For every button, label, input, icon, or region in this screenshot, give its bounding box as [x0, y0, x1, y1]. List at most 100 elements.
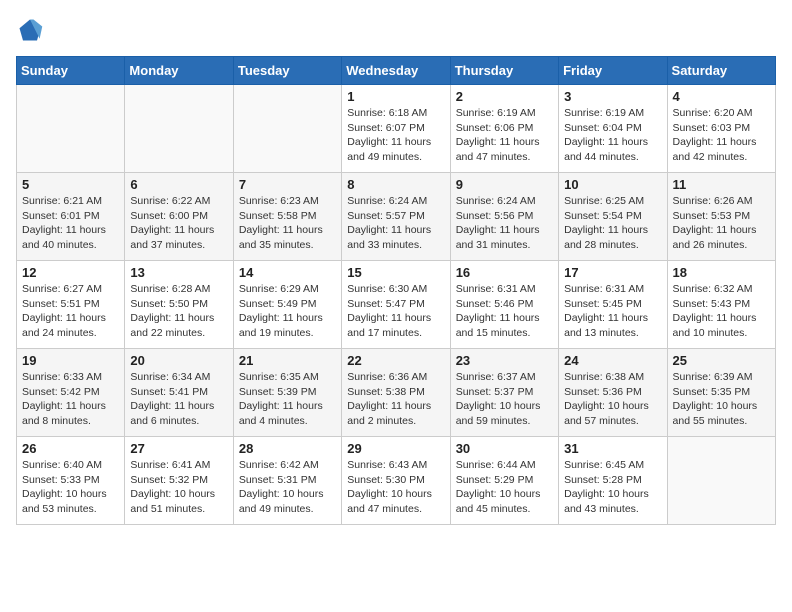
day-detail: Sunrise: 6:24 AM Sunset: 5:56 PM Dayligh…: [456, 194, 553, 253]
day-detail: Sunrise: 6:30 AM Sunset: 5:47 PM Dayligh…: [347, 282, 444, 341]
calendar-cell: 20Sunrise: 6:34 AM Sunset: 5:41 PM Dayli…: [125, 349, 233, 437]
calendar-cell: 29 Sunrise: 6:43 AM Sunset: 5:30 PM Dayli…: [342, 437, 450, 525]
calendar-cell: 1 Sunrise: 6:18 AM Sunset: 6:07 PM Daylig…: [342, 85, 450, 173]
calendar-cell: 9 Sunrise: 6:24 AM Sunset: 5:56 PM Daylig…: [450, 173, 558, 261]
calendar-cell: 7Sunrise: 6:23 AM Sunset: 5:58 PM Daylig…: [233, 173, 341, 261]
day-detail: Sunrise: 6:28 AM Sunset: 5:50 PM Dayligh…: [130, 282, 227, 341]
day-number: 8: [347, 177, 444, 192]
calendar-cell: 22 Sunrise: 6:36 AM Sunset: 5:38 PM Dayli…: [342, 349, 450, 437]
calendar-cell: 31 Sunrise: 6:45 AM Sunset: 5:28 PM Dayli…: [559, 437, 667, 525]
day-detail: Sunrise: 6:20 AM Sunset: 6:03 PM Dayligh…: [673, 106, 770, 165]
calendar-cell: 16 Sunrise: 6:31 AM Sunset: 5:46 PM Dayli…: [450, 261, 558, 349]
day-detail: Sunrise: 6:40 AM Sunset: 5:33 PM Dayligh…: [22, 458, 119, 517]
day-detail: Sunrise: 6:38 AM Sunset: 5:36 PM Dayligh…: [564, 370, 661, 429]
day-number: 27: [130, 441, 227, 456]
day-number: 2: [456, 89, 553, 104]
logo: [16, 16, 48, 44]
day-number: 31: [564, 441, 661, 456]
calendar-cell: 24 Sunrise: 6:38 AM Sunset: 5:36 PM Dayli…: [559, 349, 667, 437]
day-detail: Sunrise: 6:43 AM Sunset: 5:30 PM Dayligh…: [347, 458, 444, 517]
day-number: 30: [456, 441, 553, 456]
calendar-cell: 26Sunrise: 6:40 AM Sunset: 5:33 PM Dayli…: [17, 437, 125, 525]
calendar-cell: [125, 85, 233, 173]
day-number: 9: [456, 177, 553, 192]
day-detail: Sunrise: 6:39 AM Sunset: 5:35 PM Dayligh…: [673, 370, 770, 429]
weekday-header: Tuesday: [233, 57, 341, 85]
calendar-cell: 13Sunrise: 6:28 AM Sunset: 5:50 PM Dayli…: [125, 261, 233, 349]
calendar-week-row: 26Sunrise: 6:40 AM Sunset: 5:33 PM Dayli…: [17, 437, 776, 525]
weekday-header: Saturday: [667, 57, 775, 85]
day-detail: Sunrise: 6:42 AM Sunset: 5:31 PM Dayligh…: [239, 458, 336, 517]
calendar-cell: 18 Sunrise: 6:32 AM Sunset: 5:43 PM Dayli…: [667, 261, 775, 349]
day-number: 1: [347, 89, 444, 104]
calendar-cell: 23Sunrise: 6:37 AM Sunset: 5:37 PM Dayli…: [450, 349, 558, 437]
weekday-header: Friday: [559, 57, 667, 85]
day-number: 28: [239, 441, 336, 456]
calendar-cell: 28 Sunrise: 6:42 AM Sunset: 5:31 PM Dayli…: [233, 437, 341, 525]
day-detail: Sunrise: 6:33 AM Sunset: 5:42 PM Dayligh…: [22, 370, 119, 429]
day-detail: Sunrise: 6:45 AM Sunset: 5:28 PM Dayligh…: [564, 458, 661, 517]
calendar-cell: [667, 437, 775, 525]
page-header: [16, 16, 776, 44]
weekday-header: Sunday: [17, 57, 125, 85]
calendar-cell: 11 Sunrise: 6:26 AM Sunset: 5:53 PM Dayli…: [667, 173, 775, 261]
weekday-header: Wednesday: [342, 57, 450, 85]
day-number: 14: [239, 265, 336, 280]
weekday-header-row: SundayMondayTuesdayWednesdayThursdayFrid…: [17, 57, 776, 85]
calendar-week-row: 5 Sunrise: 6:21 AM Sunset: 6:01 PM Daylig…: [17, 173, 776, 261]
day-detail: Sunrise: 6:21 AM Sunset: 6:01 PM Dayligh…: [22, 194, 119, 253]
day-number: 5: [22, 177, 119, 192]
calendar-cell: 2 Sunrise: 6:19 AM Sunset: 6:06 PM Daylig…: [450, 85, 558, 173]
calendar-cell: 17 Sunrise: 6:31 AM Sunset: 5:45 PM Dayli…: [559, 261, 667, 349]
calendar-week-row: 1 Sunrise: 6:18 AM Sunset: 6:07 PM Daylig…: [17, 85, 776, 173]
day-number: 10: [564, 177, 661, 192]
calendar-table: SundayMondayTuesdayWednesdayThursdayFrid…: [16, 56, 776, 525]
calendar-cell: 5 Sunrise: 6:21 AM Sunset: 6:01 PM Daylig…: [17, 173, 125, 261]
calendar-cell: 4 Sunrise: 6:20 AM Sunset: 6:03 PM Daylig…: [667, 85, 775, 173]
calendar-cell: 15 Sunrise: 6:30 AM Sunset: 5:47 PM Dayli…: [342, 261, 450, 349]
day-number: 23: [456, 353, 553, 368]
day-detail: Sunrise: 6:35 AM Sunset: 5:39 PM Dayligh…: [239, 370, 336, 429]
day-number: 20: [130, 353, 227, 368]
calendar-cell: 25 Sunrise: 6:39 AM Sunset: 5:35 PM Dayli…: [667, 349, 775, 437]
day-number: 4: [673, 89, 770, 104]
calendar-week-row: 12Sunrise: 6:27 AM Sunset: 5:51 PM Dayli…: [17, 261, 776, 349]
day-number: 22: [347, 353, 444, 368]
day-detail: Sunrise: 6:19 AM Sunset: 6:06 PM Dayligh…: [456, 106, 553, 165]
day-number: 15: [347, 265, 444, 280]
calendar-cell: 10 Sunrise: 6:25 AM Sunset: 5:54 PM Dayli…: [559, 173, 667, 261]
calendar-cell: [233, 85, 341, 173]
day-detail: Sunrise: 6:24 AM Sunset: 5:57 PM Dayligh…: [347, 194, 444, 253]
day-number: 11: [673, 177, 770, 192]
day-detail: Sunrise: 6:25 AM Sunset: 5:54 PM Dayligh…: [564, 194, 661, 253]
calendar-cell: 30 Sunrise: 6:44 AM Sunset: 5:29 PM Dayli…: [450, 437, 558, 525]
calendar-cell: [17, 85, 125, 173]
day-detail: Sunrise: 6:18 AM Sunset: 6:07 PM Dayligh…: [347, 106, 444, 165]
day-detail: Sunrise: 6:19 AM Sunset: 6:04 PM Dayligh…: [564, 106, 661, 165]
day-number: 21: [239, 353, 336, 368]
calendar-cell: 14Sunrise: 6:29 AM Sunset: 5:49 PM Dayli…: [233, 261, 341, 349]
day-number: 19: [22, 353, 119, 368]
day-detail: Sunrise: 6:31 AM Sunset: 5:45 PM Dayligh…: [564, 282, 661, 341]
day-number: 29: [347, 441, 444, 456]
day-detail: Sunrise: 6:26 AM Sunset: 5:53 PM Dayligh…: [673, 194, 770, 253]
day-detail: Sunrise: 6:22 AM Sunset: 6:00 PM Dayligh…: [130, 194, 227, 253]
day-detail: Sunrise: 6:36 AM Sunset: 5:38 PM Dayligh…: [347, 370, 444, 429]
logo-icon: [16, 16, 44, 44]
day-number: 17: [564, 265, 661, 280]
day-number: 3: [564, 89, 661, 104]
calendar-cell: 6Sunrise: 6:22 AM Sunset: 6:00 PM Daylig…: [125, 173, 233, 261]
weekday-header: Monday: [125, 57, 233, 85]
day-detail: Sunrise: 6:31 AM Sunset: 5:46 PM Dayligh…: [456, 282, 553, 341]
calendar-cell: 21 Sunrise: 6:35 AM Sunset: 5:39 PM Dayli…: [233, 349, 341, 437]
day-detail: Sunrise: 6:27 AM Sunset: 5:51 PM Dayligh…: [22, 282, 119, 341]
calendar-cell: 27Sunrise: 6:41 AM Sunset: 5:32 PM Dayli…: [125, 437, 233, 525]
day-number: 16: [456, 265, 553, 280]
day-number: 18: [673, 265, 770, 280]
day-number: 24: [564, 353, 661, 368]
day-number: 25: [673, 353, 770, 368]
calendar-cell: 19 Sunrise: 6:33 AM Sunset: 5:42 PM Dayli…: [17, 349, 125, 437]
day-detail: Sunrise: 6:23 AM Sunset: 5:58 PM Dayligh…: [239, 194, 336, 253]
day-detail: Sunrise: 6:44 AM Sunset: 5:29 PM Dayligh…: [456, 458, 553, 517]
day-detail: Sunrise: 6:32 AM Sunset: 5:43 PM Dayligh…: [673, 282, 770, 341]
